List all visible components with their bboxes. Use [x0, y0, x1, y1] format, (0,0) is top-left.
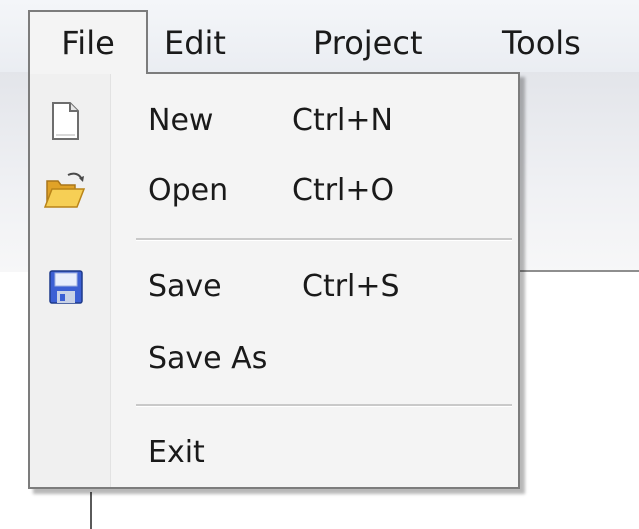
client-vertical-divider [90, 492, 92, 529]
new-document-icon [44, 101, 86, 141]
menu-separator [136, 404, 512, 407]
menu-item-save[interactable]: Save Ctrl+S [30, 254, 518, 320]
shortcut-label: Ctrl+N [292, 103, 393, 138]
menu-item-label: Save [148, 269, 222, 304]
menu-item-exit[interactable]: Exit [30, 420, 518, 486]
menu-edit[interactable]: Edit [156, 14, 234, 72]
menu-item-save-as[interactable]: Save As [30, 326, 518, 392]
menu-item-label: Save As [148, 341, 268, 376]
menu-item-new[interactable]: New Ctrl+N [30, 88, 518, 154]
menu-item-label: Open [148, 173, 229, 208]
menu-file[interactable]: File [28, 10, 148, 74]
menu-item-label: New [148, 103, 214, 138]
menu-item-open[interactable]: Open Ctrl+O [30, 158, 518, 224]
shortcut-label: Ctrl+S [302, 269, 400, 304]
menu-tools[interactable]: Tools [494, 14, 589, 72]
menu-separator [136, 238, 512, 241]
save-floppy-icon [44, 267, 86, 307]
menu-item-label: Exit [148, 435, 205, 470]
client-divider [520, 270, 639, 272]
open-folder-icon [43, 171, 86, 211]
shortcut-label: Ctrl+O [292, 173, 395, 208]
file-dropdown-menu: New Ctrl+N Open Ctrl+O Save Ctrl+S Save … [28, 72, 520, 489]
menu-project[interactable]: Project [305, 14, 430, 72]
